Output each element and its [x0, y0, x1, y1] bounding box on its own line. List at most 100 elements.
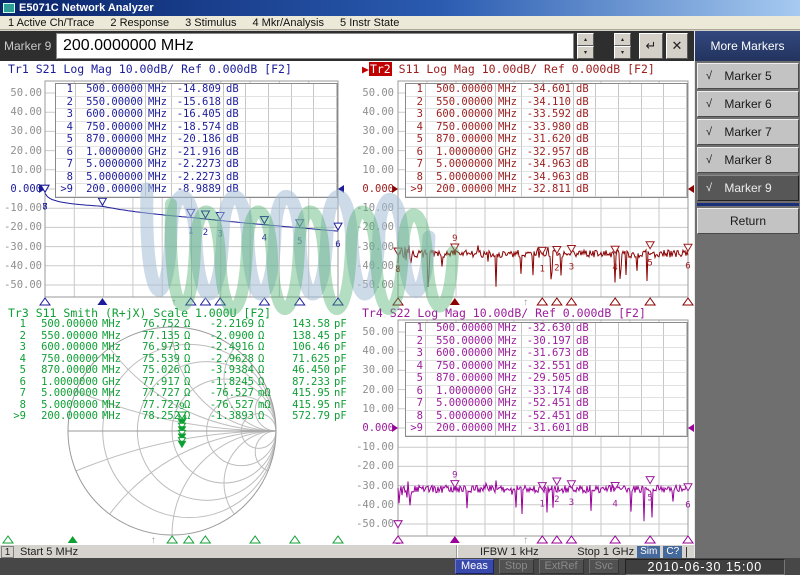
close-entry-button[interactable]: ✕ — [666, 33, 688, 59]
marker-9-button[interactable]: √ Marker 9 — [697, 175, 799, 201]
table-cell: Ω — [182, 331, 198, 343]
table-cell — [664, 323, 687, 336]
marker-8-button[interactable]: √ Marker 8 — [697, 147, 799, 173]
table-cell: >9 — [406, 423, 426, 436]
svg-text:6: 6 — [685, 501, 690, 511]
enter-button[interactable]: ↵ — [639, 33, 663, 59]
table-cell: Ω — [256, 319, 282, 331]
tr1-y-label: -10.00 — [0, 203, 42, 214]
table-cell: 1 — [406, 84, 426, 97]
menu-instr-state[interactable]: 5 Instr State — [332, 17, 407, 29]
softkey-sidebar: More Markers √ Marker 5 √ Marker 6 √ Mar… — [694, 31, 800, 558]
channel-number: 1 — [1, 546, 14, 558]
table-cell — [246, 84, 269, 97]
table-cell: MHz — [496, 172, 522, 185]
menu-stimulus[interactable]: 3 Stimulus — [177, 17, 244, 29]
fine-spinner: ▴ ▾ — [614, 33, 631, 59]
svg-text:2: 2 — [554, 495, 559, 505]
table-cell: 3 — [406, 109, 426, 122]
tr1-marker-table: 1500.00000MHz-14.809dB2550.00000MHz-15.6… — [55, 83, 338, 198]
svg-text:4: 4 — [612, 499, 617, 509]
table-cell: dB — [224, 159, 246, 172]
table-cell — [596, 159, 619, 172]
table-cell: dB — [574, 159, 596, 172]
table-cell: Ω — [256, 331, 282, 343]
table-cell — [246, 109, 269, 122]
table-cell: -16.405 — [172, 109, 224, 122]
table-cell: 550.00000 — [426, 336, 496, 349]
table-cell: mΩ — [256, 388, 282, 400]
table-cell — [269, 147, 292, 160]
stop-frequency: Stop 1 GHz — [577, 546, 634, 558]
table-cell — [642, 336, 665, 349]
table-cell: MHz — [146, 184, 172, 197]
table-cell — [292, 84, 315, 97]
table-cell — [619, 159, 642, 172]
table-cell — [664, 97, 687, 110]
svg-text:↑: ↑ — [151, 535, 156, 544]
table-cell: MHz — [146, 97, 172, 110]
table-cell — [292, 134, 315, 147]
spin-up-button[interactable]: ▴ — [577, 33, 594, 46]
table-cell — [596, 323, 619, 336]
table-cell: -8.9889 — [172, 184, 224, 197]
table-cell — [269, 97, 292, 110]
table-cell: -2.2273 — [172, 172, 224, 185]
app-icon — [3, 3, 15, 13]
return-button[interactable]: Return — [697, 208, 799, 234]
table-cell — [664, 134, 687, 147]
menu-response[interactable]: 2 Response — [102, 17, 177, 29]
table-cell — [619, 423, 642, 436]
table-cell: Ω — [256, 354, 282, 366]
table-cell: dB — [224, 147, 246, 160]
table-cell: 1 — [406, 323, 426, 336]
table-cell: dB — [574, 97, 596, 110]
table-cell: dB — [224, 172, 246, 185]
table-cell: -29.505 — [522, 373, 574, 386]
table-cell: MHz — [496, 134, 522, 147]
table-cell — [664, 336, 687, 349]
tr2-header: ▶Tr2 S11 Log Mag 10.00dB/ Ref 0.000dB [F… — [362, 63, 655, 76]
spin-down-button[interactable]: ▾ — [614, 46, 631, 59]
marker-5-button[interactable]: √ Marker 5 — [697, 63, 799, 89]
svg-text:1: 1 — [540, 500, 545, 510]
table-cell: Ω — [182, 400, 198, 412]
table-cell: 8 — [8, 400, 28, 412]
table-cell: 200.00000 — [426, 423, 496, 436]
table-cell: MHz — [100, 365, 128, 377]
table-cell: 870.00000 — [426, 373, 496, 386]
table-cell: 5.0000000 — [426, 411, 496, 424]
spin-down-button[interactable]: ▾ — [577, 46, 594, 59]
table-cell: 8 — [406, 172, 426, 185]
tr2-y-label: 40.00 — [352, 107, 394, 118]
menu-active-ch-trace[interactable]: 1 Active Ch/Trace — [0, 17, 102, 29]
table-cell: MHz — [496, 122, 522, 135]
table-cell — [269, 134, 292, 147]
marker-6-button[interactable]: √ Marker 6 — [697, 91, 799, 117]
softkey-separator — [697, 203, 799, 206]
marker-value-input[interactable]: 200.0000000 MHz — [56, 33, 574, 59]
table-cell — [246, 147, 269, 160]
tr2-y-label: 30.00 — [352, 126, 394, 137]
table-cell — [642, 184, 665, 197]
table-cell: 2 — [406, 336, 426, 349]
tr4-y-label: 30.00 — [352, 365, 394, 376]
status-divider — [456, 545, 458, 559]
table-cell: -15.618 — [172, 97, 224, 110]
table-cell — [619, 336, 642, 349]
table-cell: MHz — [100, 388, 128, 400]
spin-up-button[interactable]: ▴ — [614, 33, 631, 46]
table-cell — [619, 411, 642, 424]
table-cell: MHz — [496, 184, 522, 197]
table-cell: 71.625 — [282, 354, 332, 366]
start-frequency: Start 5 MHz — [20, 546, 78, 558]
table-cell — [619, 361, 642, 374]
marker-7-button[interactable]: √ Marker 7 — [697, 119, 799, 145]
menu-mkr-analysis[interactable]: 4 Mkr/Analysis — [244, 17, 332, 29]
svg-text:9: 9 — [452, 234, 457, 244]
table-cell — [596, 348, 619, 361]
table-cell: 750.00000 — [426, 122, 496, 135]
table-cell — [664, 423, 687, 436]
table-cell: pF — [332, 331, 352, 343]
table-cell — [269, 109, 292, 122]
